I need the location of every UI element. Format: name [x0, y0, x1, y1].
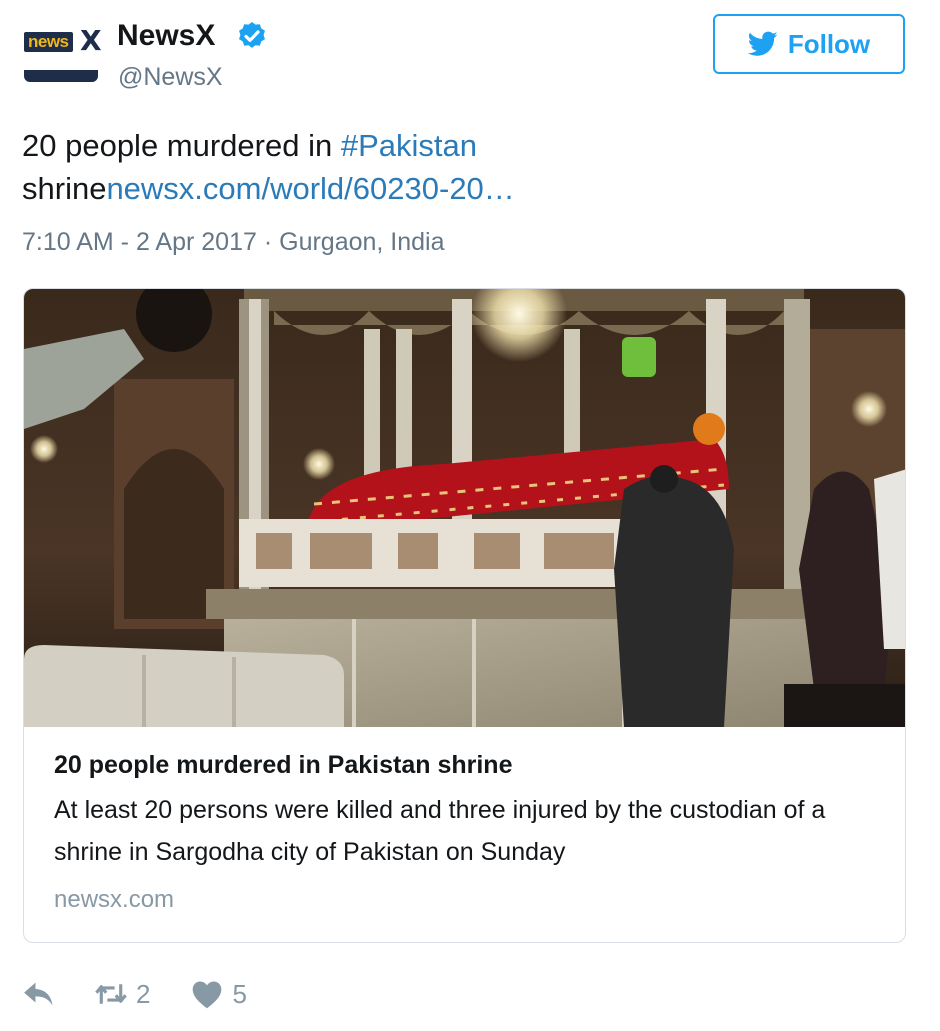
card-title[interactable]: 20 people murdered in Pakistan shrine — [54, 749, 884, 781]
card-body: 20 people murdered in Pakistan shrine At… — [54, 749, 884, 915]
tweet-text: 20 people murdered in #Pakistan shrinene… — [22, 124, 902, 210]
hashtag-link[interactable]: #Pakistan — [341, 128, 477, 163]
verified-badge-icon — [239, 22, 265, 48]
like-count: 5 — [232, 978, 247, 1009]
tweet-meta: 7:10 AM - 2 Apr 2017 · Gurgaon, India — [22, 226, 445, 258]
article-link[interactable]: newsx.com/world/60230-20… — [106, 171, 514, 206]
retweet-button[interactable]: 2 — [94, 979, 150, 1010]
avatar[interactable]: news X — [22, 22, 102, 88]
retweet-icon — [95, 984, 127, 1004]
like-button[interactable]: 5 — [190, 978, 247, 1010]
twitter-bird-icon — [747, 31, 778, 56]
logo-text: news — [24, 32, 73, 52]
tweet-location[interactable]: Gurgaon, India — [279, 228, 444, 256]
meta-separator: · — [263, 228, 273, 256]
card-domain: newsx.com — [54, 886, 175, 913]
reply-icon — [24, 982, 53, 1006]
action-bar: 2 5 — [22, 972, 287, 1016]
account-name[interactable]: NewsX — [117, 18, 215, 54]
logo-bar — [24, 70, 98, 82]
heart-icon — [193, 981, 222, 1009]
link-card[interactable]: 20 people murdered in Pakistan shrine At… — [23, 288, 906, 943]
retweet-count: 2 — [136, 978, 151, 1009]
logo-mark: X — [80, 24, 102, 57]
follow-label: Follow — [787, 28, 871, 59]
reply-button[interactable] — [22, 979, 56, 1009]
follow-button[interactable]: Follow — [713, 14, 905, 74]
tweet-text-prefix: 20 people murdered in — [22, 128, 341, 163]
card-description: At least 20 persons were killed and thre… — [54, 796, 826, 866]
tweet: news X NewsX @NewsX Follow 20 people mur… — [0, 0, 940, 1031]
tweet-text-middle: shrine — [22, 171, 107, 206]
tweet-timestamp[interactable]: 7:10 AM - 2 Apr 2017 — [22, 228, 257, 256]
account-handle[interactable]: @NewsX — [118, 62, 223, 92]
card-image[interactable] — [24, 289, 906, 727]
